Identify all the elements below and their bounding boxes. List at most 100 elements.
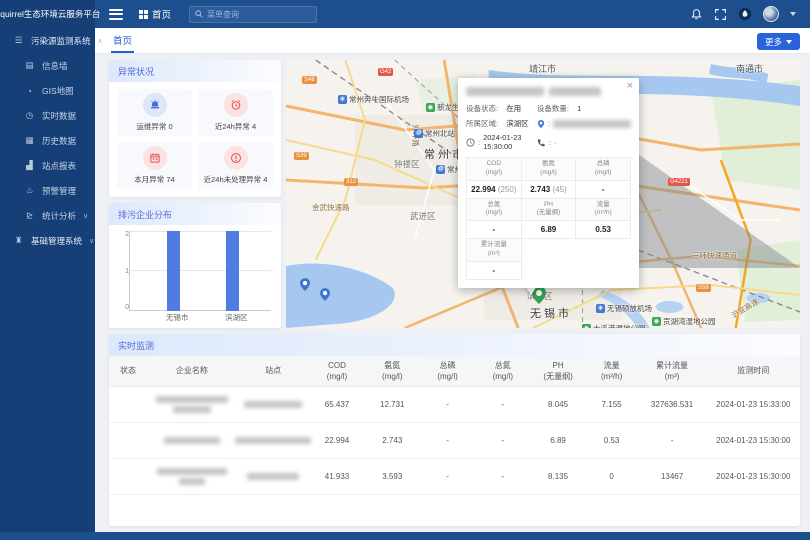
bar-wuxi[interactable] bbox=[167, 231, 180, 311]
sidebar-item-gis-map[interactable]: ◔ GIS地图 bbox=[0, 78, 95, 103]
app-logo: Squirrel生态环境云服务平台 bbox=[0, 0, 95, 28]
y-tick: 0 bbox=[115, 304, 129, 311]
x-tick-label: 无锡市 bbox=[166, 312, 189, 323]
col-flow: 流量(m³/h) bbox=[586, 356, 638, 386]
card-24h-abnormal[interactable]: 近24h异常 4 bbox=[198, 89, 273, 136]
road-shield: G4221 bbox=[668, 178, 690, 186]
map-label-district: 武进区 bbox=[410, 210, 436, 222]
clock-icon bbox=[466, 138, 475, 147]
popup-metrics-table: COD(mg/l) 氨氮(mg/l) 总磷(mg/l) 22.994 (250)… bbox=[466, 157, 631, 280]
sidebar-item-pollution-system[interactable]: ☰ 污染源监测系统 ∧ bbox=[0, 28, 95, 53]
breadcrumb-home[interactable]: 首页 bbox=[152, 7, 171, 21]
history-icon: ▦ bbox=[24, 135, 35, 146]
road-shield: S39 bbox=[294, 152, 309, 160]
airport-icon: ✈ bbox=[596, 304, 605, 313]
more-button[interactable]: 更多 bbox=[757, 33, 800, 50]
popup-close-icon[interactable]: × bbox=[627, 80, 633, 92]
sidebar-item-station-report[interactable]: ▟ 站点报表 bbox=[0, 153, 95, 178]
alarm-clock-icon bbox=[224, 93, 248, 117]
map-marker-pin[interactable] bbox=[300, 278, 310, 291]
enterprise-distribution-panel: 排污企业分布 2 1 0 无锡市 滨湖区 bbox=[109, 203, 281, 328]
y-tick: 1 bbox=[115, 268, 129, 275]
map-poi[interactable]: ♣贡湖湾湿地公园 bbox=[652, 316, 716, 327]
map-poi[interactable]: ⛭常州北站 bbox=[414, 128, 455, 139]
col-cod: COD(mg/l) bbox=[309, 356, 364, 386]
sidebar-item-alert-management[interactable]: ♨ 预警管理 bbox=[0, 178, 95, 203]
breadcrumb[interactable]: 首页 bbox=[139, 7, 171, 21]
flow-value: 0.53 bbox=[595, 225, 611, 234]
company-name-redacted bbox=[147, 468, 237, 485]
sidebar-item-realtime-data[interactable]: ◷ 实时数据 bbox=[0, 103, 95, 128]
expand-caret-icon: ∨ bbox=[83, 212, 88, 220]
sidebar-nav: ☰ 污染源监测系统 ∧ ▤ 信息墙 ◔ GIS地图 ◷ 实时数据 ▦ 历史数据 … bbox=[0, 28, 95, 540]
report-icon: ▟ bbox=[24, 160, 35, 171]
tp-value: - bbox=[602, 185, 605, 194]
sidebar-item-statistics[interactable]: ⊵ 统计分析 ∨ bbox=[0, 203, 95, 228]
popup-title-redacted bbox=[466, 87, 631, 96]
expand-caret-icon: ∨ bbox=[89, 237, 94, 245]
notification-icon[interactable] bbox=[690, 8, 703, 21]
dashboard-main: 异常状况 运维异常 0 近24h异常 4 bbox=[95, 54, 810, 532]
menu-toggle-icon[interactable] bbox=[109, 9, 123, 20]
station-name-redacted bbox=[237, 473, 310, 480]
map-label-road: 三环快速通道 bbox=[692, 250, 737, 261]
address-redacted: : bbox=[537, 118, 631, 129]
chart-panel-title: 排污企业分布 bbox=[109, 203, 281, 225]
table-row[interactable]: 65.437 12.731 - - 8.045 7.155 327636.531… bbox=[109, 386, 800, 422]
sidebar-item-history-data[interactable]: ▦ 历史数据 bbox=[0, 128, 95, 153]
airport-icon: ✈ bbox=[338, 95, 347, 104]
realtime-panel-title: 实时监测 bbox=[109, 334, 800, 356]
map-label-city: 无锡市 bbox=[530, 305, 572, 321]
park-icon: ♣ bbox=[426, 103, 435, 112]
map-marker-pin[interactable] bbox=[320, 288, 330, 301]
fullscreen-icon[interactable] bbox=[714, 8, 727, 21]
tn-value: - bbox=[492, 225, 495, 234]
search-input[interactable] bbox=[207, 10, 311, 19]
abnormal-panel-title: 异常状况 bbox=[109, 60, 281, 82]
total-flow-value: - bbox=[492, 266, 495, 275]
theme-flame-icon[interactable] bbox=[738, 7, 752, 21]
device-status-value: 在用 bbox=[506, 103, 521, 114]
station-name-redacted bbox=[237, 437, 310, 444]
station-icon: ⛭ bbox=[414, 129, 423, 138]
collapse-caret-icon: ∧ bbox=[98, 37, 103, 45]
col-tn: 总氮(mg/l) bbox=[475, 356, 530, 386]
gis-map-view[interactable]: 靖江市 南通市 常州市 无锡市 江阴市 钟楼区 武进区 滨湖区 金武快速路 三环… bbox=[286, 60, 800, 328]
tab-strip: 首页 更多 bbox=[95, 28, 810, 54]
warning-circle-icon bbox=[224, 146, 248, 170]
menu-search[interactable] bbox=[189, 6, 317, 23]
card-24h-unhandled-abnormal[interactable]: 近24h未处理异常 4 bbox=[198, 142, 273, 189]
station-icon: ⛭ bbox=[436, 165, 445, 174]
station-name-redacted bbox=[237, 401, 310, 408]
bar-chart: 2 1 0 无锡市 滨湖区 bbox=[109, 225, 281, 328]
sidebar-item-base-system[interactable]: ♜ 基础管理系统 ∨ bbox=[0, 228, 95, 253]
user-menu-caret-icon[interactable] bbox=[790, 12, 796, 16]
user-avatar[interactable] bbox=[763, 6, 779, 22]
card-maintenance-abnormal[interactable]: 运维异常 0 bbox=[117, 89, 192, 136]
table-row[interactable]: 22.994 2.743 - - 6.89 0.53 - 2024-01-23 … bbox=[109, 422, 800, 458]
road-shield: S48 bbox=[302, 76, 317, 84]
popup-phone: · bbox=[554, 138, 557, 147]
table-row[interactable]: 41.933 3.593 - - 8.135 0 13467 2024-01-2… bbox=[109, 458, 800, 494]
road-shield: S58 bbox=[696, 284, 711, 292]
sidebar-item-info-wall[interactable]: ▤ 信息墙 bbox=[0, 53, 95, 78]
siren-icon bbox=[143, 93, 167, 117]
card-month-abnormal[interactable]: 本月异常 74 bbox=[117, 142, 192, 189]
monitor-system-icon: ☰ bbox=[13, 35, 24, 46]
road-shield: 312 bbox=[344, 178, 358, 186]
bar-binhu[interactable] bbox=[226, 231, 239, 311]
map-poi[interactable]: ✈常州奔牛国际机场 bbox=[338, 94, 409, 105]
home-grid-icon bbox=[139, 10, 148, 19]
map-label-district: 钟楼区 bbox=[394, 158, 420, 170]
region-value: 滨湖区 bbox=[506, 118, 529, 129]
map-poi[interactable]: ♣大溪港湿地公园 bbox=[582, 323, 646, 328]
col-station: 站点 bbox=[237, 356, 310, 386]
tab-home[interactable]: 首页 bbox=[111, 28, 134, 53]
left-column: 异常状况 运维异常 0 近24h异常 4 bbox=[109, 60, 281, 328]
alert-bell-icon: ♨ bbox=[24, 185, 35, 196]
col-tp: 总磷(mg/l) bbox=[420, 356, 475, 386]
map-poi[interactable]: ✈无锡硕放机场 bbox=[596, 303, 652, 314]
y-tick: 2 bbox=[115, 231, 129, 238]
device-count-value: 1 bbox=[577, 104, 581, 113]
abnormal-status-panel: 异常状况 运维异常 0 近24h异常 4 bbox=[109, 60, 281, 197]
